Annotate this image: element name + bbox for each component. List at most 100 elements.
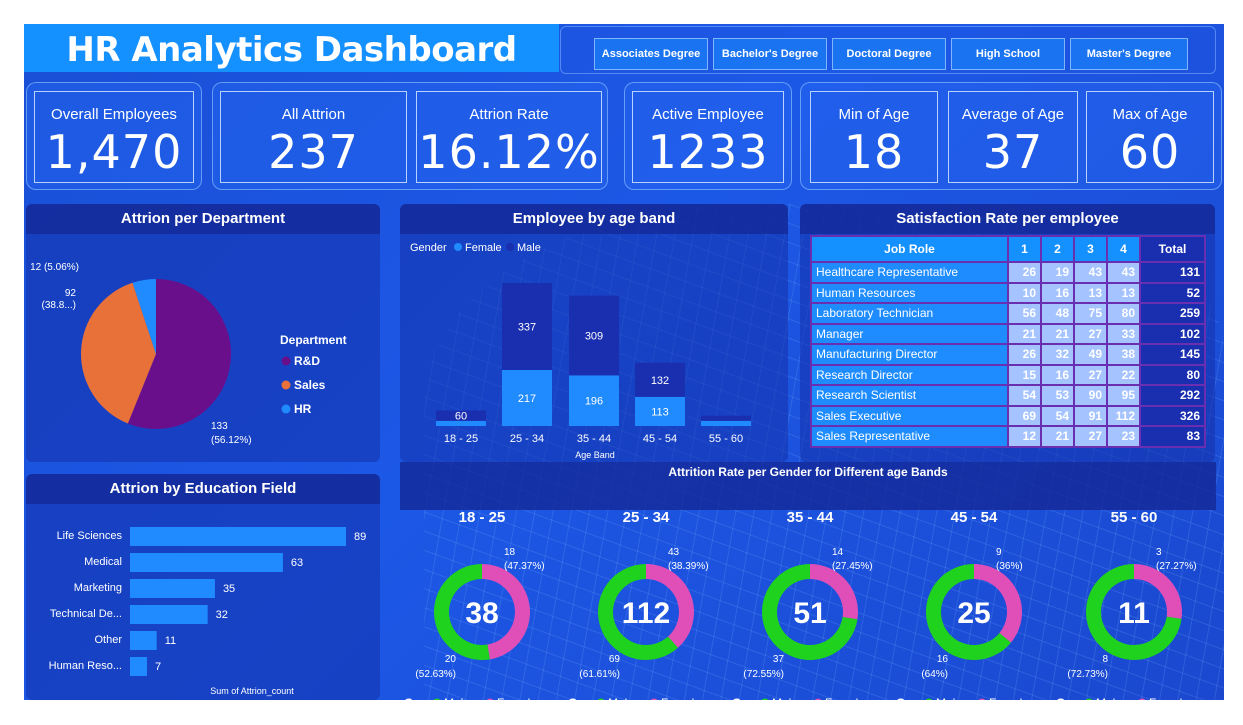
table-header[interactable]: Total: [1139, 235, 1206, 263]
bar[interactable]: [130, 553, 283, 572]
bar[interactable]: [130, 657, 147, 676]
legend-marker: [281, 380, 291, 390]
table-row[interactable]: Manufacturing Director 26 32 49 38 145: [810, 343, 1206, 366]
male-count-label: 69: [609, 654, 621, 665]
slicer-bachelors-degree[interactable]: Bachelor's Degree: [713, 38, 827, 70]
value-cell: 83: [1139, 425, 1206, 448]
job-role-cell: Manufacturing Director: [810, 343, 1009, 366]
male-count-label: 37: [773, 654, 785, 665]
legend-item[interactable]: Female: [989, 696, 1029, 700]
table-row[interactable]: Laboratory Technician 56 48 75 80 259: [810, 302, 1206, 325]
table-header[interactable]: Job Role: [810, 235, 1009, 263]
slicer-high-school[interactable]: High School: [951, 38, 1065, 70]
donut-total: 112: [622, 597, 670, 630]
legend-item[interactable]: Female: [825, 696, 865, 700]
slicer-associates-degree[interactable]: Associates Degree: [594, 38, 708, 70]
table-row[interactable]: Healthcare Representative 26 19 43 43 131: [810, 261, 1206, 284]
age-band-title: 35 - 44: [787, 509, 834, 526]
legend-item[interactable]: Female: [661, 696, 701, 700]
y-tick-label: Life Sciences: [57, 530, 123, 542]
legend-item[interactable]: Male: [772, 696, 798, 700]
male-count-label: 20: [445, 654, 457, 665]
table-row[interactable]: Sales Representative 12 21 27 23 83: [810, 425, 1206, 448]
bar-data-label: 309: [585, 331, 603, 343]
legend-item[interactable]: R&D: [294, 354, 320, 368]
bar[interactable]: [130, 527, 346, 546]
pie-pct-label: (38.8...): [42, 300, 76, 311]
kpi-value: 237: [268, 125, 359, 179]
legend-title: Gender: [410, 242, 447, 254]
kpi-label: All Attrion: [281, 106, 346, 123]
value-cell: 43: [1106, 261, 1141, 284]
x-tick-label: 25 - 34: [510, 433, 544, 445]
panel-education-field: Attrion by Education Field Life Sciences…: [26, 474, 380, 700]
donut-total: 51: [793, 597, 826, 630]
age-band-bar-chart: Gender Female Male 60 18 - 25 217 337 25 - 34…: [410, 242, 751, 460]
slicer-masters-degree[interactable]: Master's Degree: [1070, 38, 1188, 70]
pie-data-label: 92: [65, 288, 77, 299]
table-row[interactable]: Research Director 15 16 27 22 80: [810, 363, 1206, 386]
table-header[interactable]: 1: [1007, 235, 1042, 263]
male-count-label: 8: [1102, 654, 1108, 665]
kpi-max-age: Max of Age 60: [1086, 91, 1214, 183]
bar-data-label: 113: [651, 406, 669, 418]
legend-item[interactable]: Male: [608, 696, 634, 700]
x-axis-title: Age Band: [575, 450, 615, 460]
bar[interactable]: [130, 631, 157, 650]
value-cell: 26: [1007, 343, 1042, 366]
male-pct-label: (64%): [921, 669, 948, 680]
legend-item[interactable]: Male: [517, 242, 541, 254]
bar[interactable]: [130, 605, 208, 624]
x-tick-label: 18 - 25: [444, 433, 478, 445]
legend-item[interactable]: Male: [444, 696, 470, 700]
bar-data-label: 196: [585, 396, 603, 408]
value-cell: 16: [1040, 363, 1075, 386]
legend-item[interactable]: Sales: [294, 378, 326, 392]
table-row[interactable]: Sales Executive 69 54 91 112 326: [810, 404, 1206, 427]
dashboard: HR Analytics Dashboard Associates Degree…: [24, 24, 1224, 700]
value-cell: 91: [1073, 404, 1108, 427]
legend-item[interactable]: Male: [936, 696, 962, 700]
legend-item[interactable]: Male: [1096, 696, 1122, 700]
table-row[interactable]: Research Scientist 54 53 90 95 292: [810, 384, 1206, 407]
table-header[interactable]: 3: [1073, 235, 1108, 263]
donut-total: 25: [957, 597, 990, 630]
legend-item[interactable]: Female: [497, 696, 537, 700]
bar-data-label: 63: [291, 557, 303, 569]
value-cell: 292: [1139, 384, 1206, 407]
table-header[interactable]: 4: [1106, 235, 1141, 263]
bar-female[interactable]: [701, 420, 751, 426]
legend-title: G...: [568, 696, 587, 700]
y-tick-label: Other: [94, 634, 122, 646]
age-band-title: 45 - 54: [951, 509, 998, 526]
kpi-active-employee: Active Employee 1233: [632, 91, 784, 183]
female-pct-label: (36%): [996, 561, 1023, 572]
value-cell: 19: [1040, 261, 1075, 284]
gender-donut-charts: 18 - 253818(47.37%)20(52.63%)G...MaleFem…: [404, 509, 1197, 700]
bar-data-label: 132: [651, 375, 669, 387]
value-cell: 22: [1106, 363, 1141, 386]
table-row[interactable]: Manager 21 21 27 33 102: [810, 322, 1206, 345]
bar-data-label: 35: [223, 583, 235, 595]
legend-title: G...: [1056, 696, 1075, 700]
value-cell: 27: [1073, 363, 1108, 386]
table-header[interactable]: 2: [1040, 235, 1075, 263]
legend-item[interactable]: Female: [465, 242, 502, 254]
value-cell: 102: [1139, 322, 1206, 345]
chart-title: Attrion per Department: [26, 204, 380, 234]
legend-item[interactable]: Female: [1149, 696, 1189, 700]
male-pct-label: (61.61%): [579, 669, 620, 680]
table-row[interactable]: Human Resources 10 16 13 13 52: [810, 281, 1206, 304]
value-cell: 12: [1007, 425, 1042, 448]
bar-male[interactable]: [701, 415, 751, 421]
value-cell: 27: [1073, 425, 1108, 448]
value-cell: 69: [1007, 404, 1042, 427]
pie-data-label: 12 (5.06%): [30, 262, 79, 273]
bar[interactable]: [130, 579, 215, 598]
value-cell: 21: [1007, 322, 1042, 345]
slicer-doctoral-degree[interactable]: Doctoral Degree: [832, 38, 946, 70]
male-pct-label: (72.55%): [743, 669, 784, 680]
legend-item[interactable]: HR: [294, 402, 312, 416]
chart-title: Employee by age band: [400, 204, 788, 234]
age-band-title: 55 - 60: [1111, 509, 1158, 526]
